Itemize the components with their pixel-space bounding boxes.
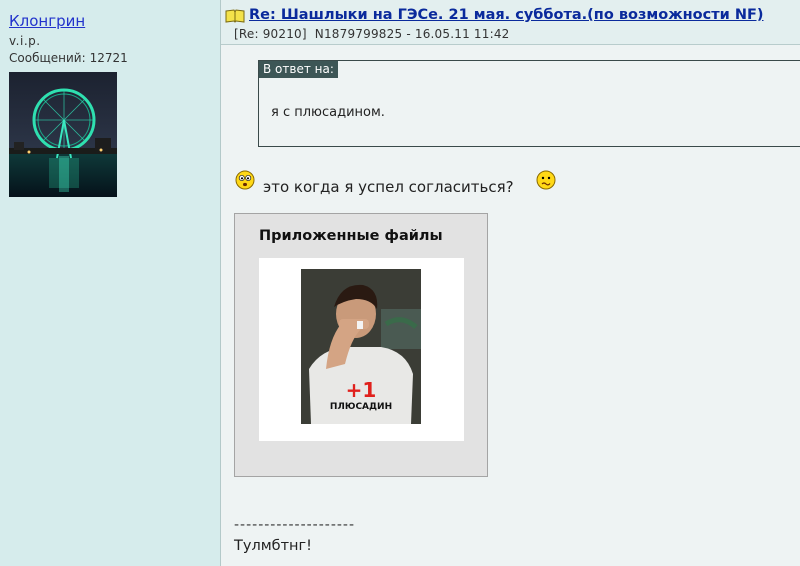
confused-smiley-icon <box>536 170 556 190</box>
quote-block: В ответ на: я с плюсадином. <box>258 60 800 147</box>
author-sidebar: Клонгрин v.i.p. Сообщений: 12721 <box>0 0 221 566</box>
author-name-link[interactable]: Клонгрин <box>9 12 85 30</box>
signature-text: Тулмбтнг! <box>234 538 312 554</box>
author-posts-count: 12721 <box>89 51 128 65</box>
attachments-title: Приложенные файлы <box>259 228 443 244</box>
attachment-photo[interactable]: +1 ПЛЮСАДИН <box>301 269 421 424</box>
attached-photo-image: +1 ПЛЮСАДИН <box>301 269 421 424</box>
shirt-logo: +1 <box>346 378 377 402</box>
quote-text: я с плюсадином. <box>271 105 385 120</box>
shirt-text: ПЛЮСАДИН <box>330 402 392 412</box>
reply-reference: [Re: 90210] <box>234 27 307 41</box>
attachments-box: Приложенные файлы +1 ПЛЮСАДИН <box>234 213 488 477</box>
book-icon <box>225 9 245 23</box>
post-meta: [Re: 90210] N1879799825 - 16.05.11 11:42 <box>234 27 510 41</box>
avatar-london-eye-image <box>9 72 117 197</box>
post-body-text: это когда я успел согласиться? <box>263 178 514 196</box>
surprised-smiley-icon <box>235 170 255 190</box>
avatar <box>9 72 117 197</box>
author-rank: v.i.p. <box>9 34 41 48</box>
author-post-count: Сообщений: 12721 <box>9 51 128 65</box>
author-posts-label: Сообщений: <box>9 51 86 65</box>
attachment-thumbnail-frame[interactable]: +1 ПЛЮСАДИН <box>259 258 464 441</box>
post-title-link[interactable]: Re: Шашлыки на ГЭСе. 21 мая. суббота.(по… <box>249 7 764 23</box>
post-header: Re: Шашлыки на ГЭСе. 21 мая. суббота.(по… <box>221 0 800 45</box>
post-author-timestamp: N1879799825 - 16.05.11 11:42 <box>314 27 510 41</box>
post-area: Re: Шашлыки на ГЭСе. 21 мая. суббота.(по… <box>221 0 800 566</box>
signature-divider: -------------------- <box>234 517 356 533</box>
quote-label: В ответ на: <box>259 61 338 78</box>
